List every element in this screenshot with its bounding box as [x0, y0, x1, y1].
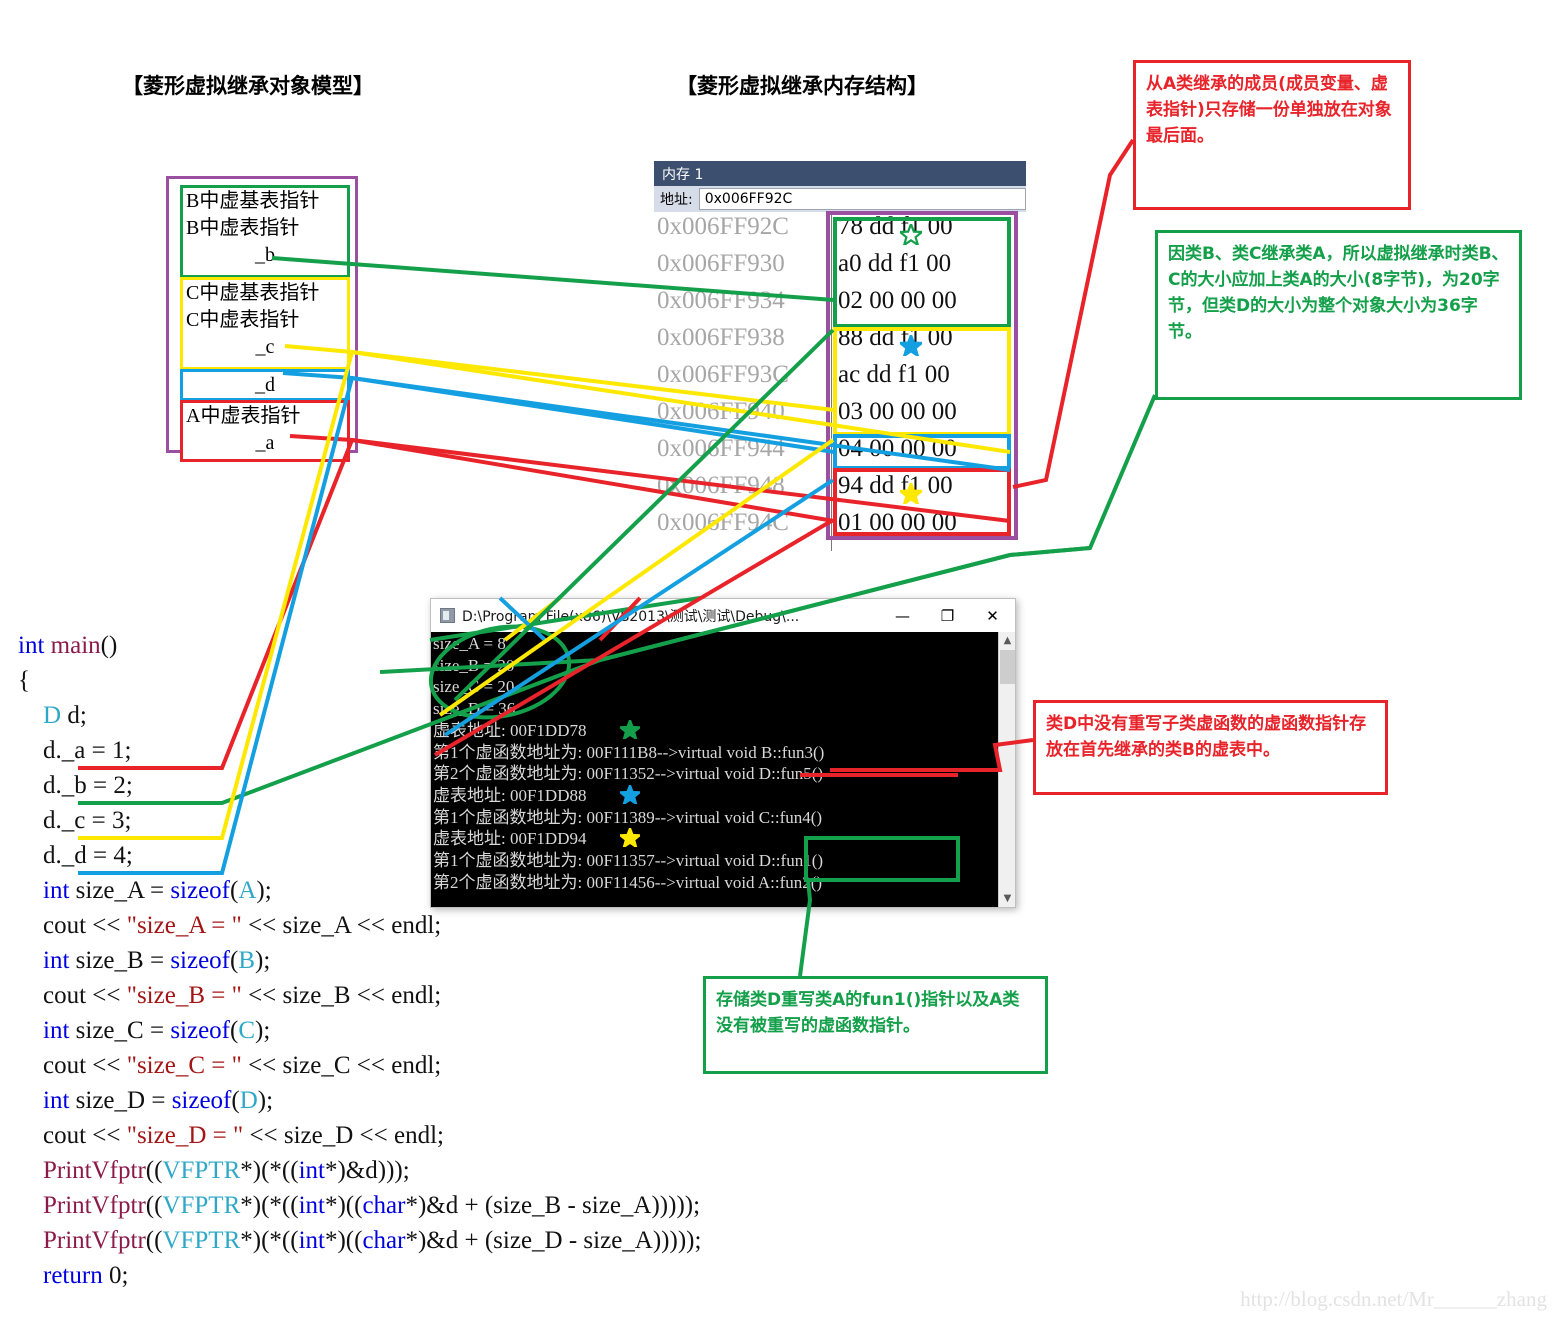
console-yellow-star-icon — [617, 825, 643, 852]
memory-address-input[interactable]: 0x006FF92C — [698, 188, 1026, 210]
memory-highlight-d — [833, 434, 1011, 470]
block-b-line-1: B中虚基表指针 — [186, 190, 320, 212]
block-b-line-2: B中虚表指针 — [186, 217, 300, 239]
memory-row-address: 0x006FF938 — [657, 324, 785, 351]
memory-row-address: 0x006FF94C — [657, 509, 789, 536]
memory-row-address: 0x006FF934 — [657, 287, 785, 314]
connector-line — [1012, 138, 1135, 489]
memory-highlight-b — [833, 217, 1011, 328]
memory-address-bar: 地址: 0x006FF92C — [654, 186, 1026, 212]
console-green-star-icon — [617, 716, 643, 744]
green-star-icon — [897, 220, 925, 250]
note-d-overrides-a-fun1: 存储类D重写类A的fun1()指针以及A类没有被重写的虚函数指针。 — [703, 976, 1048, 1074]
maximize-button[interactable]: ❐ — [925, 600, 970, 632]
object-model-block-c: C中虚基表指针 C中虚表指针 _c — [180, 277, 350, 370]
scroll-up-icon[interactable]: ▲ — [999, 632, 1015, 649]
memory-address-label: 地址: — [660, 192, 693, 208]
memory-row-address: 0x006FF930 — [657, 250, 785, 277]
console-title-text: D:\Program File(x86)\VS2013\测试\测试\Debug\… — [462, 608, 800, 625]
memory-row-address: 0x006FF93C — [657, 361, 789, 388]
source-code-block: int main() { D d; d._a = 1; d._b = 2; d.… — [18, 632, 702, 1289]
minimize-button[interactable]: — — [880, 600, 925, 632]
scroll-down-icon[interactable]: ▼ — [999, 890, 1015, 907]
memory-window-title: 内存 1 — [654, 161, 1026, 186]
object-model-block-d: _d — [180, 369, 350, 401]
object-model-diagram: B中虚基表指针 B中虚表指针 _b C中虚基表指针 C中虚表指针 _c _d A… — [166, 176, 358, 462]
block-c-line-2: C中虚表指针 — [186, 309, 300, 331]
object-model-block-a: A中虚表指针 _a — [180, 400, 350, 462]
note-inherited-member: 从A类继承的成员(成员变量、虚表指针)只存储一份单独放在对象最后面。 — [1133, 60, 1411, 210]
memory-row-address: 0x006FF944 — [657, 435, 785, 462]
memory-row-address: 0x006FF92C — [657, 213, 789, 240]
page-title-memory-layout: 【菱形虚拟继承内存结构】 — [676, 74, 928, 98]
block-a-member-a: _a — [255, 432, 275, 454]
note-class-sizes: 因类B、类C继承类A，所以虚拟继承时类B、C的大小应加上类A的大小(8字节)，为… — [1155, 230, 1522, 400]
close-button[interactable]: ✕ — [970, 600, 1015, 632]
page-title-object-model: 【菱形虚拟继承对象模型】 — [122, 74, 374, 98]
scrollbar-thumb[interactable] — [1000, 650, 1015, 684]
console-blue-star-icon — [617, 782, 643, 809]
blue-star-icon — [897, 331, 925, 361]
note-non-overridden-in-b: 类D中没有重写子类虚函数的虚函数指针存放在首先继承的类B的虚表中。 — [1033, 700, 1388, 795]
block-c-member-c: _c — [255, 336, 275, 358]
object-model-block-b: B中虚基表指针 B中虚表指针 _b — [180, 185, 350, 278]
console-app-icon — [440, 608, 455, 623]
block-d-member-d: _d — [255, 374, 275, 396]
memory-highlight-c — [833, 327, 1011, 436]
block-a-line-1: A中虚表指针 — [186, 405, 301, 427]
block-c-line-1: C中虚基表指针 — [186, 282, 320, 304]
memory-highlight-a — [833, 468, 1011, 536]
block-b-member-b: _b — [255, 244, 275, 266]
memory-row-address: 0x006FF948 — [657, 472, 785, 499]
yellow-star-icon — [897, 479, 925, 509]
console-scrollbar[interactable]: ▲ ▼ — [998, 632, 1015, 907]
memory-row-address: 0x006FF940 — [657, 398, 785, 425]
watermark: http://blog.csdn.net/Mr______zhang — [1240, 1287, 1547, 1311]
